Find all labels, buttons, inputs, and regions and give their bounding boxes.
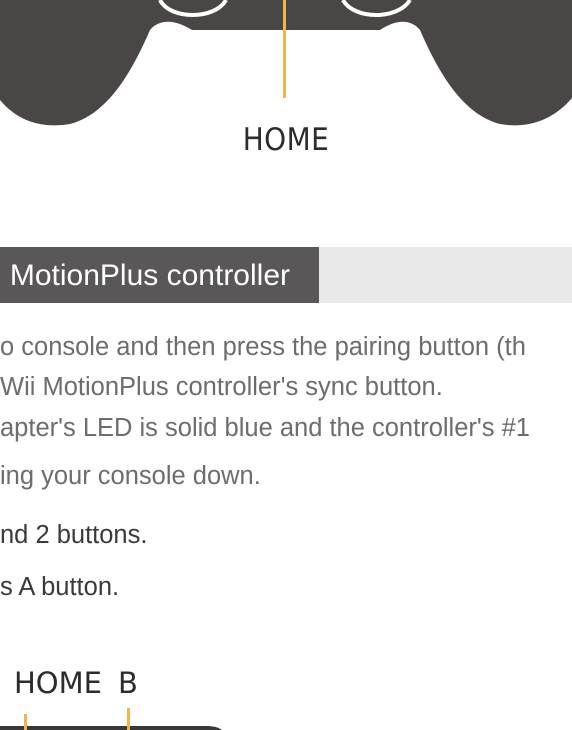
- instruction-line-1: o console and then press the pairing but…: [0, 333, 526, 361]
- bottom-home-leader-line: [24, 714, 27, 730]
- bottom-b-label: B: [118, 666, 138, 700]
- controller-illustration: [0, 0, 572, 126]
- home-button-label: HOME: [242, 122, 330, 158]
- bottom-controller-body-icon: [0, 726, 222, 730]
- instruction-line-6: s A button.: [0, 573, 120, 601]
- bottom-controller-illustration: [0, 708, 222, 730]
- home-leader-line: [283, 0, 286, 98]
- instruction-line-5: nd 2 buttons.: [0, 521, 148, 549]
- section-title: MotionPlus controller: [0, 256, 319, 296]
- instruction-line-2: Wii MotionPlus controller's sync button.: [0, 373, 443, 401]
- instruction-line-3: apter's LED is solid blue and the contro…: [0, 414, 530, 442]
- section-title-text: MotionPlus controller: [9, 259, 290, 292]
- instruction-line-4: ing your console down.: [0, 462, 261, 490]
- bottom-home-label: HOME: [14, 666, 102, 700]
- bottom-b-leader-line: [127, 708, 130, 730]
